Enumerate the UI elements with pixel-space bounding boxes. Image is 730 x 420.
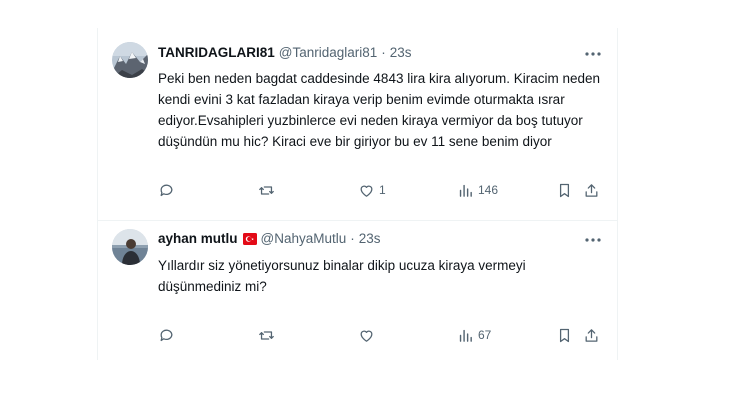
like-count: 1 [379, 183, 386, 197]
person-at-sea-avatar [112, 229, 148, 265]
retweet-button[interactable] [258, 324, 279, 346]
share-icon [585, 328, 598, 342]
bookmark-button[interactable] [556, 179, 573, 201]
retweet-icon [259, 185, 274, 195]
separator-dot: · [381, 45, 386, 60]
bookmark-icon [559, 328, 570, 342]
more-icon[interactable] [583, 230, 603, 250]
retweet-icon [259, 330, 274, 340]
like-icon [360, 330, 373, 342]
share-icon [585, 183, 598, 197]
tweet-header: ayhan mutlu @NahyaMutlu · 23s [158, 231, 381, 246]
views-icon [459, 184, 472, 197]
retweet-button[interactable] [258, 179, 279, 201]
reply-button[interactable] [158, 324, 179, 346]
views-icon [459, 329, 472, 342]
like-button[interactable] [358, 324, 379, 346]
reply-icon [160, 184, 173, 196]
tweet-actions: 67 [158, 324, 603, 346]
tweet-header: TANRIDAGLARI81 @Tanridaglari81 · 23s [158, 45, 412, 60]
tweet-time[interactable]: 23s [390, 45, 412, 60]
bookmark-icon [559, 183, 570, 197]
author-handle[interactable]: @NahyaMutlu [261, 231, 347, 246]
tweet-time[interactable]: 23s [359, 231, 381, 246]
tweet-text: Yıllardır siz yönetiyorsunuz binalar dik… [158, 258, 526, 294]
like-icon [360, 185, 373, 197]
tweet[interactable]: TANRIDAGLARI81 @Tanridaglari81 · 23s Pek… [98, 28, 617, 221]
more-icon[interactable] [583, 44, 603, 64]
bookmark-button[interactable] [556, 324, 573, 346]
share-button[interactable] [583, 179, 600, 201]
reply-button[interactable] [158, 179, 179, 201]
views-button[interactable]: 146 [457, 179, 498, 201]
views-count: 146 [478, 183, 499, 197]
separator-dot: · [350, 231, 355, 246]
tweet-text: Peki ben neden bagdat caddesinde 4843 li… [158, 71, 601, 149]
author-handle[interactable]: @Tanridaglari81 [279, 45, 378, 60]
views-count: 67 [478, 328, 492, 342]
like-button[interactable]: 1 [358, 179, 386, 201]
author-name[interactable]: TANRIDAGLARI81 [158, 45, 275, 60]
author-name[interactable]: ayhan mutlu [158, 231, 238, 246]
views-button[interactable]: 67 [457, 324, 491, 346]
tweet-feed: TANRIDAGLARI81 @Tanridaglari81 · 23s Pek… [97, 28, 618, 360]
avatar[interactable] [112, 229, 148, 265]
tweet-actions: 1 146 [158, 179, 603, 201]
avatar[interactable] [112, 42, 148, 78]
mountain-landscape-avatar [112, 42, 148, 78]
share-button[interactable] [583, 324, 600, 346]
reply-icon [160, 329, 173, 341]
tweet[interactable]: ayhan mutlu @NahyaMutlu · 23s Yıllardır … [98, 221, 617, 360]
turkey-flag-icon [242, 232, 257, 245]
